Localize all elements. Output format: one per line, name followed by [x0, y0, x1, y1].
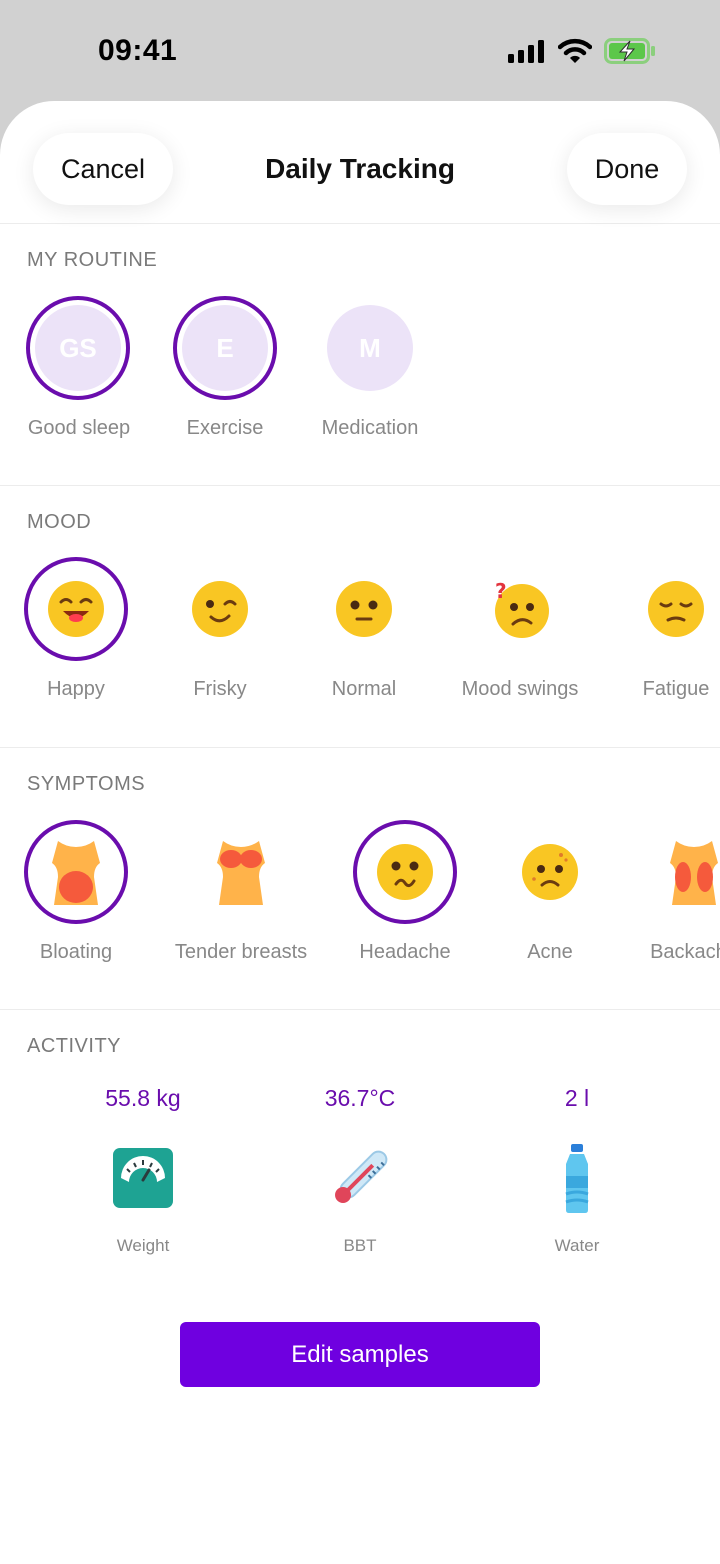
- activity-section: ACTIVITY 55.8 kg Weight 36.7°C BBT 2 l W…: [0, 1010, 720, 1465]
- daily-tracking-sheet: Cancel Daily Tracking Done MY ROUTINE GS…: [0, 101, 720, 1564]
- happy-face-icon: [48, 581, 104, 637]
- edit-samples-button[interactable]: Edit samples: [180, 1322, 540, 1387]
- activity-value: 2 l: [564, 1085, 590, 1111]
- routine-initials-badge: GS: [35, 305, 121, 391]
- mood-selection-ring: [168, 557, 272, 661]
- wifi-icon: [558, 38, 592, 63]
- symptom-selection-ring: [353, 820, 457, 924]
- mood-selection-ring: ?: [468, 557, 572, 661]
- svg-text:?: ?: [495, 579, 507, 603]
- routine-selection-ring: E: [173, 296, 277, 400]
- routine-selection-ring: M: [318, 296, 422, 400]
- tired-face-icon: [648, 581, 704, 637]
- status-bar: 09:41: [0, 0, 720, 100]
- symptom-selection-ring: [498, 820, 602, 924]
- activity-label: Water: [554, 1236, 600, 1255]
- activity-value: 55.8 kg: [105, 1085, 181, 1111]
- confused-face-icon: ?: [495, 579, 549, 638]
- routine-section: MY ROUTINE GS Good sleep E Exercise M Me…: [0, 224, 720, 486]
- nav-bar: Cancel Daily Tracking Done: [0, 101, 720, 224]
- water-bottle-icon: [565, 1144, 589, 1213]
- activity-label: BBT: [343, 1236, 377, 1255]
- routine-initials-badge: M: [327, 305, 413, 391]
- mood-selection-ring: [312, 557, 416, 661]
- acne-face-icon: [522, 844, 578, 900]
- mood-section: MOOD Happy Frisky Normal ? Mood swings F…: [0, 486, 720, 748]
- mood-section-title: MOOD: [27, 511, 92, 533]
- symptom-selection-ring: [642, 820, 720, 924]
- activity-section-title: ACTIVITY: [27, 1035, 122, 1057]
- symptom-selection-ring: [189, 820, 293, 924]
- symptoms-section: SYMPTOMS Bloating Tender breasts Headach…: [0, 748, 720, 1010]
- routine-item-label: Medication: [321, 417, 419, 439]
- activity-value: 36.7°C: [324, 1085, 396, 1111]
- neutral-face-icon: [336, 581, 392, 637]
- mood-item-label: Fatigue: [642, 678, 710, 700]
- thermometer-icon: [335, 1150, 388, 1203]
- mood-selection-ring: [24, 557, 128, 661]
- routine-selection-ring: GS: [26, 296, 130, 400]
- symptoms-section-title: SYMPTOMS: [27, 773, 146, 795]
- activity-label: Weight: [116, 1236, 170, 1255]
- battery-charging-icon: [604, 38, 655, 64]
- backache-body-icon: [670, 841, 718, 905]
- routine-section-title: MY ROUTINE: [27, 249, 158, 271]
- symptom-selection-ring: [24, 820, 128, 924]
- routine-initials-badge: E: [182, 305, 268, 391]
- scale-icon: [113, 1148, 173, 1208]
- tender-breasts-body-icon: [217, 841, 265, 905]
- winking-face-icon: [192, 581, 248, 637]
- mood-selection-ring: [624, 557, 720, 661]
- signal-icon: [508, 40, 544, 63]
- bloating-body-icon: [52, 841, 100, 905]
- status-icons: [508, 38, 656, 64]
- headache-face-icon: [377, 844, 433, 900]
- status-time: 09:41: [98, 34, 178, 67]
- done-button[interactable]: Done: [567, 133, 687, 205]
- symptom-item-label: Backache: [650, 941, 720, 963]
